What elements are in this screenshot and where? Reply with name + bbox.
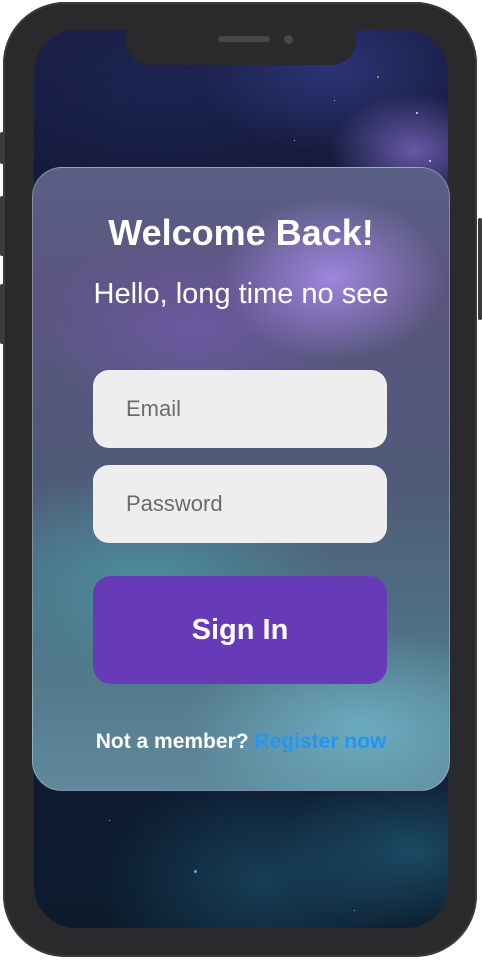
sign-in-button[interactable]: Sign In	[93, 576, 387, 684]
email-input[interactable]	[93, 370, 387, 448]
power-button	[478, 218, 482, 320]
volume-up-button	[0, 196, 4, 256]
star	[354, 910, 355, 911]
star	[334, 100, 335, 101]
star	[194, 870, 197, 873]
notch	[126, 28, 356, 65]
login-card: Welcome Back! Hello, long time no see Si…	[32, 167, 450, 791]
left-side-button	[0, 132, 4, 164]
star	[109, 820, 110, 821]
volume-down-button	[0, 284, 4, 344]
speaker-grille	[218, 36, 270, 42]
star	[377, 76, 379, 78]
star	[429, 160, 431, 162]
welcome-subtitle: Hello, long time no see	[93, 278, 389, 310]
phone-frame: Welcome Back! Hello, long time no see Si…	[0, 0, 482, 960]
register-link[interactable]: Register now	[254, 730, 386, 753]
welcome-title: Welcome Back!	[108, 212, 374, 253]
not-member-text: Not a member?	[95, 730, 249, 753]
register-prompt: Not a member? Register now	[33, 730, 449, 754]
front-camera	[284, 35, 293, 44]
star	[416, 112, 418, 114]
star	[294, 140, 295, 141]
password-input[interactable]	[93, 465, 387, 543]
